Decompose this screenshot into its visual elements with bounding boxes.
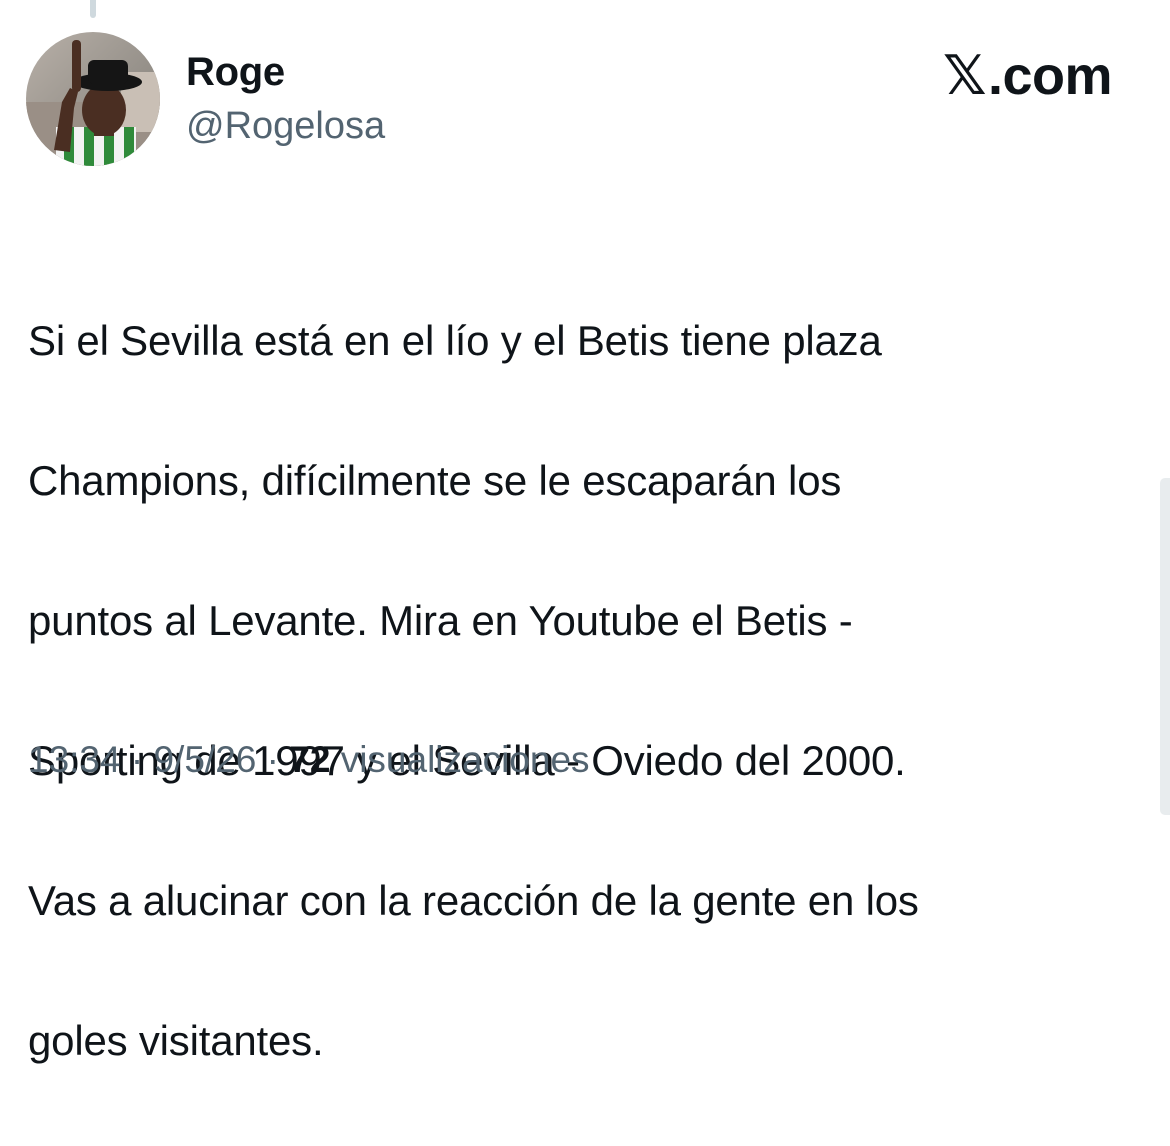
meta-separator: · (266, 739, 279, 780)
brand-suffix: .com (987, 46, 1113, 106)
x-com-logo: 𝕏 .com (942, 44, 1113, 108)
tweet-text-line: puntos al Levante. Mira en Youtube el Be… (28, 597, 853, 644)
views-count: 72 (289, 739, 331, 780)
avatar-image (26, 32, 160, 166)
tweet-text-line: Champions, difícilmente se le escaparán … (28, 457, 842, 504)
tweet-text: Si el Sevilla está en el lío y el Betis … (28, 236, 1128, 1146)
tweet-date[interactable]: 9/5/26 (153, 739, 256, 780)
meta-separator: · (130, 739, 144, 780)
thread-connector-line (90, 0, 96, 18)
avatar[interactable] (26, 32, 160, 166)
tweet-text-line: Si el Sevilla está en el lío y el Betis … (28, 317, 882, 364)
tweet-text-line: Vas a alucinar con la reacción de la gen… (28, 877, 919, 924)
author-display-name[interactable]: Roge (186, 46, 285, 98)
views-label: visualizaciones (340, 739, 590, 780)
tweet-time[interactable]: 13:34 (28, 739, 121, 780)
tweet-meta: 13:34 · 9/5/26 · 72 visualizaciones (28, 732, 590, 788)
author-handle[interactable]: @Rogelosa (186, 102, 385, 150)
x-logo-icon: 𝕏 (942, 44, 987, 107)
tweet-text-line: goles visitantes. (28, 1017, 324, 1064)
scrollbar[interactable] (1160, 478, 1170, 815)
